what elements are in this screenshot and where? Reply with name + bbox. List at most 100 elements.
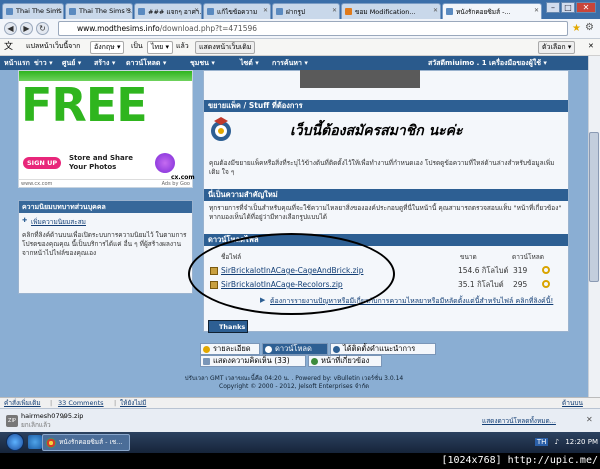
- footer-line-2: Copyright © 2000 - 2012, Jelsoft Enterpr…: [219, 383, 369, 390]
- browser-toolbar: ◀ ▶ ↻ www.modthesims.info/download.php?t…: [0, 19, 600, 39]
- page-footer: ปรับเวลา GMT เวลาขณะนี้คือ 04:20 น. . Po…: [0, 375, 588, 391]
- nav-center[interactable]: ศูนย์ ▾: [62, 56, 81, 70]
- section-required-packs-text: คุณต้องมีขยายแพ็คหรือสิ่งที่ระบุไว้ข้างต…: [209, 159, 555, 176]
- scrollbar-thumb[interactable]: [589, 132, 599, 282]
- tab-comments[interactable]: แสดงความคิดเห็น (33): [200, 355, 306, 367]
- browser-tab[interactable]: ฝากรูป ✕: [272, 3, 340, 19]
- nav-community[interactable]: ชุมชน ▾: [190, 56, 215, 70]
- close-window-button[interactable]: ✕: [576, 2, 596, 13]
- url-path: /download.php?t=471596: [159, 24, 258, 33]
- section-new-title: นี่เป็นความสำคัญใหม่: [204, 189, 568, 201]
- popularity-panel: ความนิยมบทบาทส่วนบุคคล ✚ เพิ่มความนิยมสะ…: [18, 200, 193, 294]
- section-new-text: ทุกรายการที่จำเป็นสำหรับคุณที่จะใช้ความไ…: [209, 204, 562, 221]
- show-original-button[interactable]: แสดงหน้าเว็บเดิม: [195, 41, 256, 54]
- browser-tab[interactable]: Thai The Sims ...✕: [2, 3, 64, 19]
- language-indicator[interactable]: TH: [534, 438, 549, 446]
- minimize-button[interactable]: –: [546, 2, 560, 13]
- download-item[interactable]: ZIP hairmesh07995.zip ยกเลิกแล้ว: [2, 411, 162, 431]
- ad-footer-right[interactable]: Ads by Goo: [162, 181, 190, 187]
- taskbar-window-button[interactable]: หนังรักคอยซิมส์ - เช...: [42, 434, 130, 451]
- nav-download[interactable]: ดาวน์โหลด ▾: [126, 56, 166, 70]
- file-size: 35.1 กิโลไบต์: [458, 280, 504, 289]
- close-tab-icon[interactable]: ✕: [332, 7, 337, 14]
- magnifier-icon[interactable]: [542, 266, 550, 274]
- browser-tab[interactable]: ขอม Modification... ✕: [341, 3, 441, 19]
- tab-details[interactable]: รายละเอียด: [200, 343, 260, 355]
- tab-install-help[interactable]: ได้ติดตั้งคำแนะนำการ: [330, 343, 436, 355]
- favicon-icon: [6, 8, 13, 15]
- close-tab-icon[interactable]: ✕: [56, 7, 61, 14]
- nav-create[interactable]: สร้าง ▾: [94, 56, 115, 70]
- close-tab-icon[interactable]: ✕: [263, 7, 268, 14]
- advertisement[interactable]: FREE SIGN UP Store and Share Your Photos…: [18, 70, 195, 188]
- download-status: ยกเลิกแล้ว: [21, 421, 51, 429]
- close-tab-icon[interactable]: ✕: [433, 7, 438, 14]
- then-word: แล้ว: [176, 42, 189, 50]
- nav-news[interactable]: ข่าว ▾: [34, 56, 53, 70]
- more-commands-link[interactable]: คำสั่งเพิ่มเติม: [4, 398, 41, 408]
- tab-related[interactable]: หน้าที่เกี่ยวข้อง: [308, 355, 382, 367]
- address-bar[interactable]: www.modthesims.info/download.php?t=47159…: [58, 21, 568, 36]
- show-all-downloads-link[interactable]: แสดงดาวน์โหลดทั้งหมด...: [482, 416, 556, 426]
- favicon-icon: [446, 8, 453, 15]
- popularity-panel-title: ความนิยมบทบาทส่วนบุคคล: [19, 201, 192, 213]
- close-tab-icon[interactable]: ✕: [194, 7, 199, 14]
- files-header-size: ขนาด: [460, 253, 477, 261]
- close-tab-icon[interactable]: ✕: [534, 7, 539, 14]
- forward-button[interactable]: ▶: [20, 22, 33, 35]
- favicon-icon: [207, 8, 214, 15]
- tab-download[interactable]: ดาวน์โหลด: [262, 343, 328, 355]
- ad-logo-icon: [155, 153, 175, 173]
- nav-welcome[interactable]: สวัสดีmiuimo . 1 เครื่องมือของผู้ใช้ ▾: [428, 56, 547, 70]
- page-bottom-bar: คำสั่งเพิ่มเติม | 33 Comments | ให้ยังไม…: [0, 397, 600, 408]
- nav-home[interactable]: หน้าแรก: [4, 56, 30, 70]
- maximize-button[interactable]: □: [561, 2, 575, 13]
- watermark-band: [0, 453, 372, 469]
- browser-tab[interactable]: แก้ไขข้อความ ✕: [203, 3, 271, 19]
- screenshot-image: [300, 70, 420, 88]
- ad-footer: www.cx.com Ads by Goo: [19, 179, 192, 188]
- nav-search[interactable]: การค้นหา ▾: [272, 56, 308, 70]
- close-shelf-icon[interactable]: ✕: [586, 415, 593, 424]
- url-host: www.modthesims.info: [77, 24, 160, 33]
- from-language-select[interactable]: อังกฤษ ▾: [90, 41, 125, 54]
- file-download-count: 319: [513, 266, 528, 275]
- start-button[interactable]: [6, 433, 24, 451]
- related-icon: [311, 358, 318, 365]
- download-filename: hairmesh07995.zip: [21, 412, 84, 420]
- thanks-button[interactable]: Thanks: [208, 320, 248, 333]
- ad-footer-left[interactable]: www.cx.com: [21, 181, 52, 187]
- watermark-text: [1024x768] http://upic.me/: [372, 453, 600, 469]
- translate-options-button[interactable]: ตัวเลือก ▾: [538, 41, 576, 54]
- nav-site[interactable]: ไซต์ ▾: [240, 56, 259, 70]
- taskbar: หนังรักคอยซิมส์ - เช... TH ♪ 12:20 PM: [0, 432, 600, 453]
- favicon-icon: [345, 8, 352, 15]
- registration-required-text: เว็บนี้ต้องสมัครสมาชิก นะค่ะ: [290, 123, 463, 139]
- back-button[interactable]: ◀: [4, 22, 17, 35]
- rating-link[interactable]: ให้ยังไม่มี: [120, 398, 146, 408]
- clock[interactable]: 12:20 PM: [565, 438, 598, 446]
- comments-link[interactable]: 33 Comments: [58, 398, 104, 408]
- chevron-down-icon[interactable]: ▾: [62, 413, 66, 421]
- ad-headline: FREE: [21, 78, 148, 132]
- back-to-top-link[interactable]: ด้านบน: [562, 398, 583, 408]
- help-icon: [333, 346, 340, 353]
- info-icon: [203, 346, 210, 353]
- bookmark-star-icon[interactable]: ★: [572, 23, 581, 34]
- browser-icon: [46, 438, 56, 448]
- browser-tab[interactable]: Thai The Sims 3... ✕: [65, 3, 133, 19]
- wrench-icon[interactable]: ⚙: [585, 22, 594, 33]
- ad-signup-button[interactable]: SIGN UP: [23, 157, 62, 169]
- translate-icon: 文: [4, 42, 14, 52]
- close-translate-icon[interactable]: ✕: [588, 39, 594, 54]
- volume-icon[interactable]: ♪: [555, 438, 559, 446]
- close-tab-icon[interactable]: ✕: [125, 7, 130, 14]
- browser-tab[interactable]: ### แจกๆ อาคา... ✕: [134, 3, 202, 19]
- ad-tagline: Store and Share Your Photos: [69, 154, 133, 171]
- magnifier-icon[interactable]: [542, 280, 550, 288]
- to-language-select[interactable]: ไทย ▾: [147, 41, 173, 54]
- browser-tab-active[interactable]: หนังรักคอยซิมส์ -... ✕: [442, 3, 542, 19]
- chrome-icon[interactable]: [28, 435, 42, 449]
- reload-button[interactable]: ↻: [36, 22, 49, 35]
- add-popularity-link[interactable]: เพิ่มความนิยมสะสม: [31, 217, 86, 227]
